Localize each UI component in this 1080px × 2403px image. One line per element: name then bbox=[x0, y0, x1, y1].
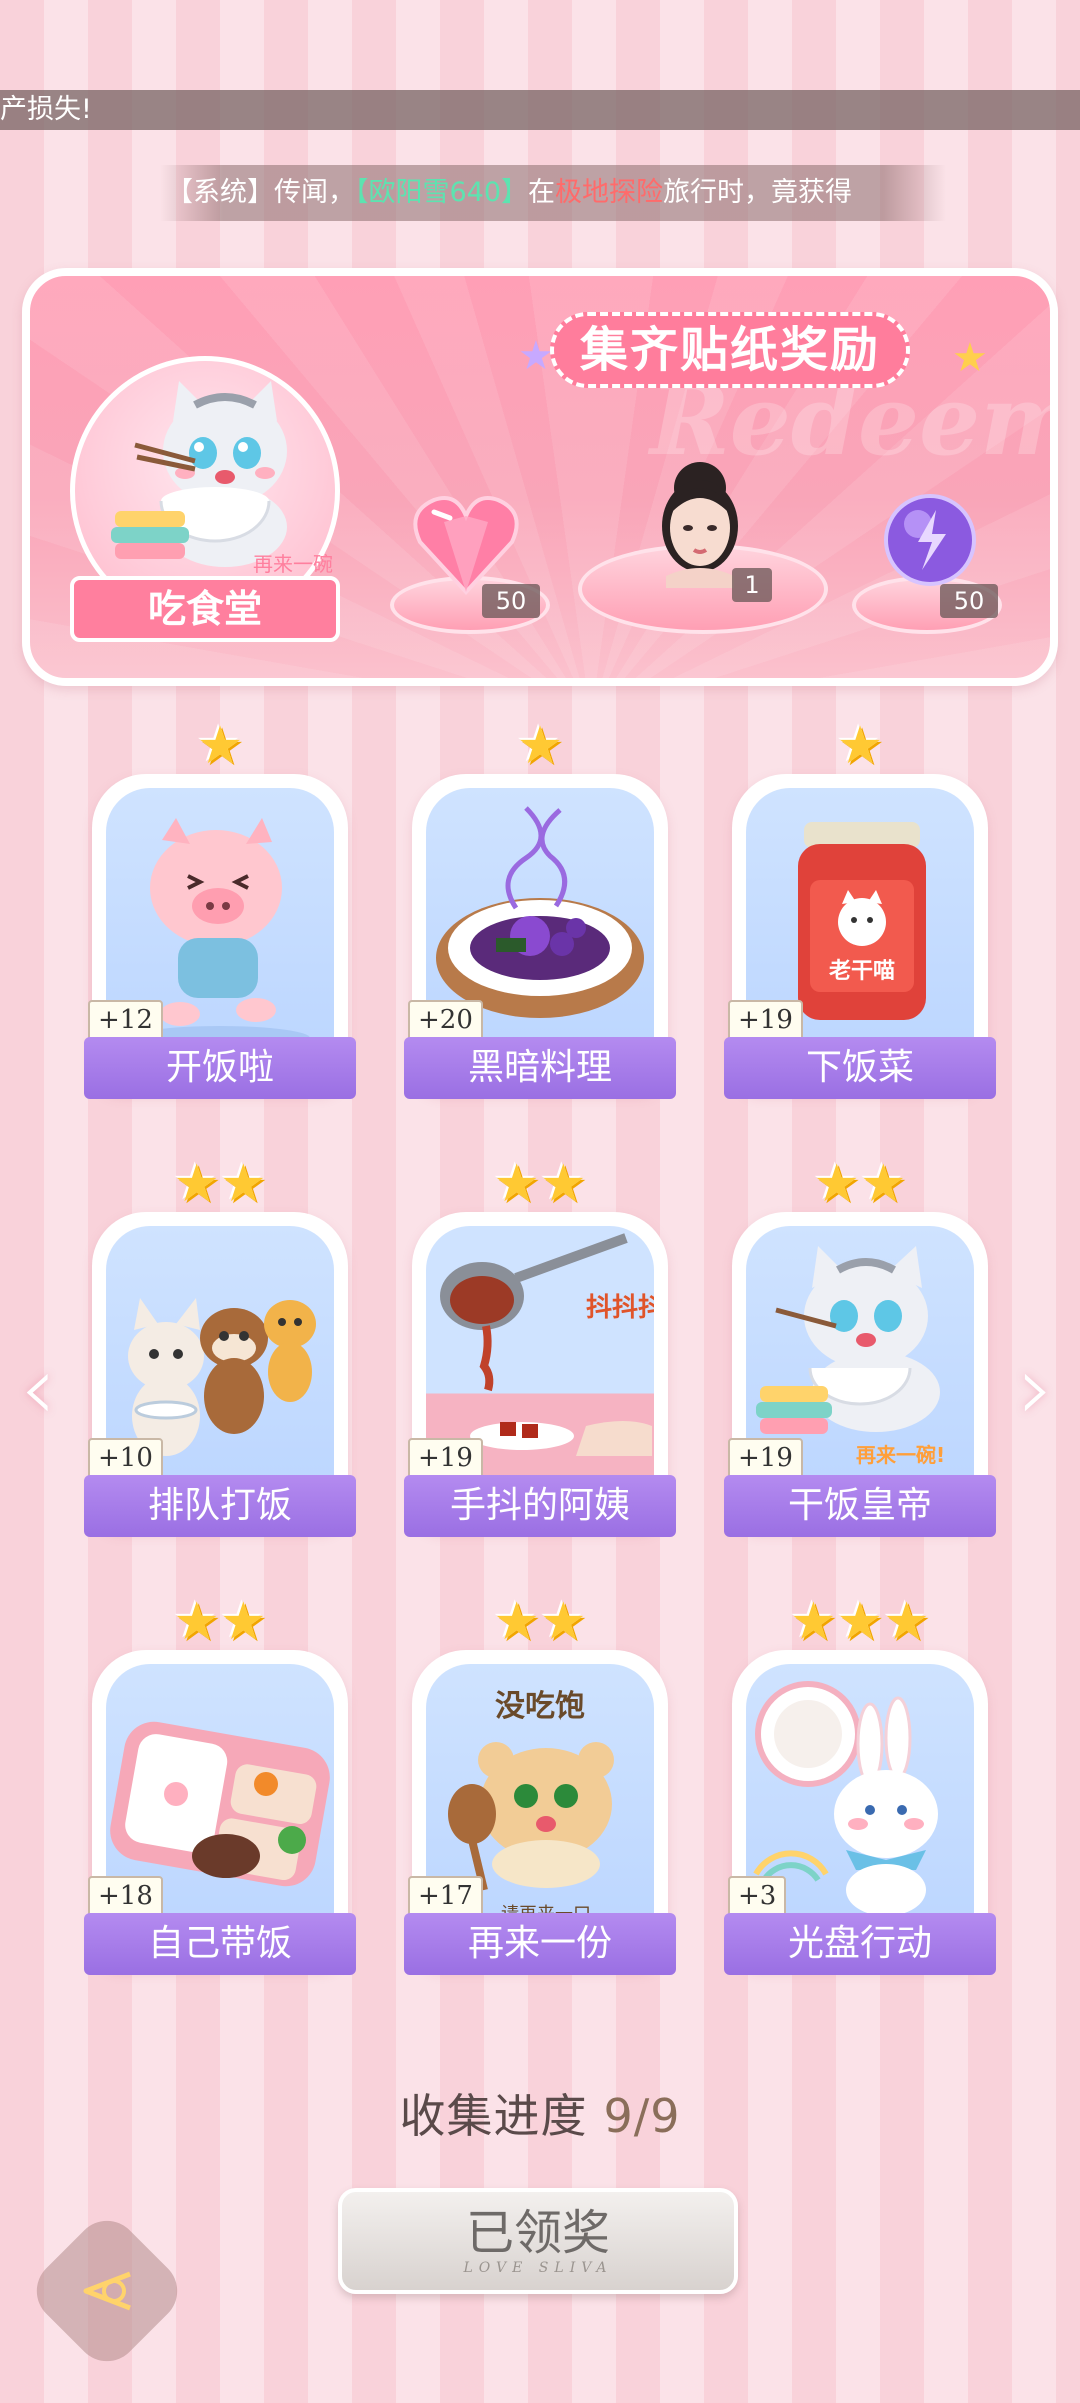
collection-progress: 收集进度 9/9 bbox=[0, 2080, 1080, 2146]
progress-label: 收集进度 bbox=[399, 2089, 588, 2143]
sticker-card[interactable]: ★ +20 黑暗料理 bbox=[404, 720, 676, 1114]
purple-energy-orb-icon[interactable] bbox=[880, 490, 980, 594]
sticker-caption: 再来一碗! bbox=[253, 552, 335, 576]
sticker-card[interactable]: ★★ 再来一碗! +19 干饭皇帝 bbox=[724, 1158, 996, 1552]
sticker-card[interactable]: ★★ +10 排队打饭 bbox=[84, 1158, 356, 1552]
sticker-name: 黑暗料理 bbox=[404, 1037, 676, 1099]
claim-sub-text: LOVE SLIVA bbox=[463, 2260, 613, 2276]
announcement-ticker: 产损失! bbox=[0, 90, 1080, 130]
sticker-name: 排队打饭 bbox=[84, 1475, 356, 1537]
side-text: 再来一碗! bbox=[856, 1443, 945, 1467]
star-rating: ★★ bbox=[173, 1592, 267, 1652]
top-text: 没吃饱 bbox=[495, 1689, 585, 1724]
sticker-card[interactable]: ★★★ +3 光盘行动 bbox=[724, 1596, 996, 1990]
banner-title: 集齐贴纸奖励 bbox=[550, 312, 911, 388]
sticker-name-ribbon: 吃食堂 bbox=[70, 576, 340, 642]
sticker-card[interactable]: ★ 老干喵 +19 下饭菜 bbox=[724, 720, 996, 1114]
reward-count: 50 bbox=[940, 584, 998, 618]
sticker-name: 下饭菜 bbox=[724, 1037, 996, 1099]
system-suffix: 旅行时，竟获得 bbox=[663, 177, 853, 208]
star-rating: ★ bbox=[836, 716, 884, 776]
claim-reward-button[interactable]: 已领奖 LOVE SLIVA bbox=[338, 2188, 738, 2294]
sticker-card[interactable]: ★ +12 开饭啦 bbox=[84, 720, 356, 1114]
claim-label: 已领奖 bbox=[465, 2205, 610, 2261]
system-prefix: 【系统】传闻， bbox=[166, 177, 355, 208]
announcement-text: 产损失! bbox=[0, 94, 92, 125]
prev-page-arrow[interactable]: ‹ bbox=[20, 1344, 56, 1434]
sticker-name: 干饭皇帝 bbox=[724, 1475, 996, 1537]
sticker-name: 光盘行动 bbox=[724, 1913, 996, 1975]
sticker-card[interactable]: ★★ 抖抖抖! +19 手抖的阿姨 bbox=[404, 1158, 676, 1552]
system-mid: 在 bbox=[528, 177, 556, 208]
side-text: 抖抖抖! bbox=[586, 1293, 654, 1323]
player-name: 【欧阳雪640】 bbox=[355, 177, 529, 208]
star-icon: ★ bbox=[518, 333, 554, 379]
place-name: 极地探险 bbox=[555, 177, 664, 208]
progress-value: 9/9 bbox=[603, 2089, 681, 2143]
collection-reward-banner: Redeem ★ 集齐贴纸奖励 ★ 再来一碗! 吃食堂 50 1 50 bbox=[22, 268, 1058, 686]
star-icon: ★ bbox=[952, 335, 988, 381]
sticker-name: 开饭啦 bbox=[84, 1037, 356, 1099]
sticker-name: 自己带饭 bbox=[84, 1913, 356, 1975]
sticker-name: 手抖的阿姨 bbox=[404, 1475, 676, 1537]
reward-count: 50 bbox=[482, 584, 540, 618]
sticker-card[interactable]: ★★ 没吃饱 请再来一口 +17 再来一份 bbox=[404, 1596, 676, 1990]
star-rating: ★★ bbox=[813, 1154, 907, 1214]
sticker-name: 再来一份 bbox=[404, 1913, 676, 1975]
back-arrow-icon bbox=[74, 2258, 140, 2324]
star-rating: ★★ bbox=[493, 1154, 587, 1214]
jar-label: 老干喵 bbox=[828, 959, 895, 984]
star-rating: ★ bbox=[196, 716, 244, 776]
reward-count: 1 bbox=[732, 568, 772, 602]
next-page-arrow[interactable]: › bbox=[1018, 1344, 1054, 1434]
system-ticker: 【系统】传闻，【欧阳雪640】在极地探险旅行时，竟获得 bbox=[160, 165, 946, 221]
star-rating: ★★ bbox=[173, 1154, 267, 1214]
star-rating: ★ bbox=[516, 716, 564, 776]
star-rating: ★★★ bbox=[790, 1592, 930, 1652]
sticker-card[interactable]: ★★ +18 自己带饭 bbox=[84, 1596, 356, 1990]
star-rating: ★★ bbox=[493, 1592, 587, 1652]
